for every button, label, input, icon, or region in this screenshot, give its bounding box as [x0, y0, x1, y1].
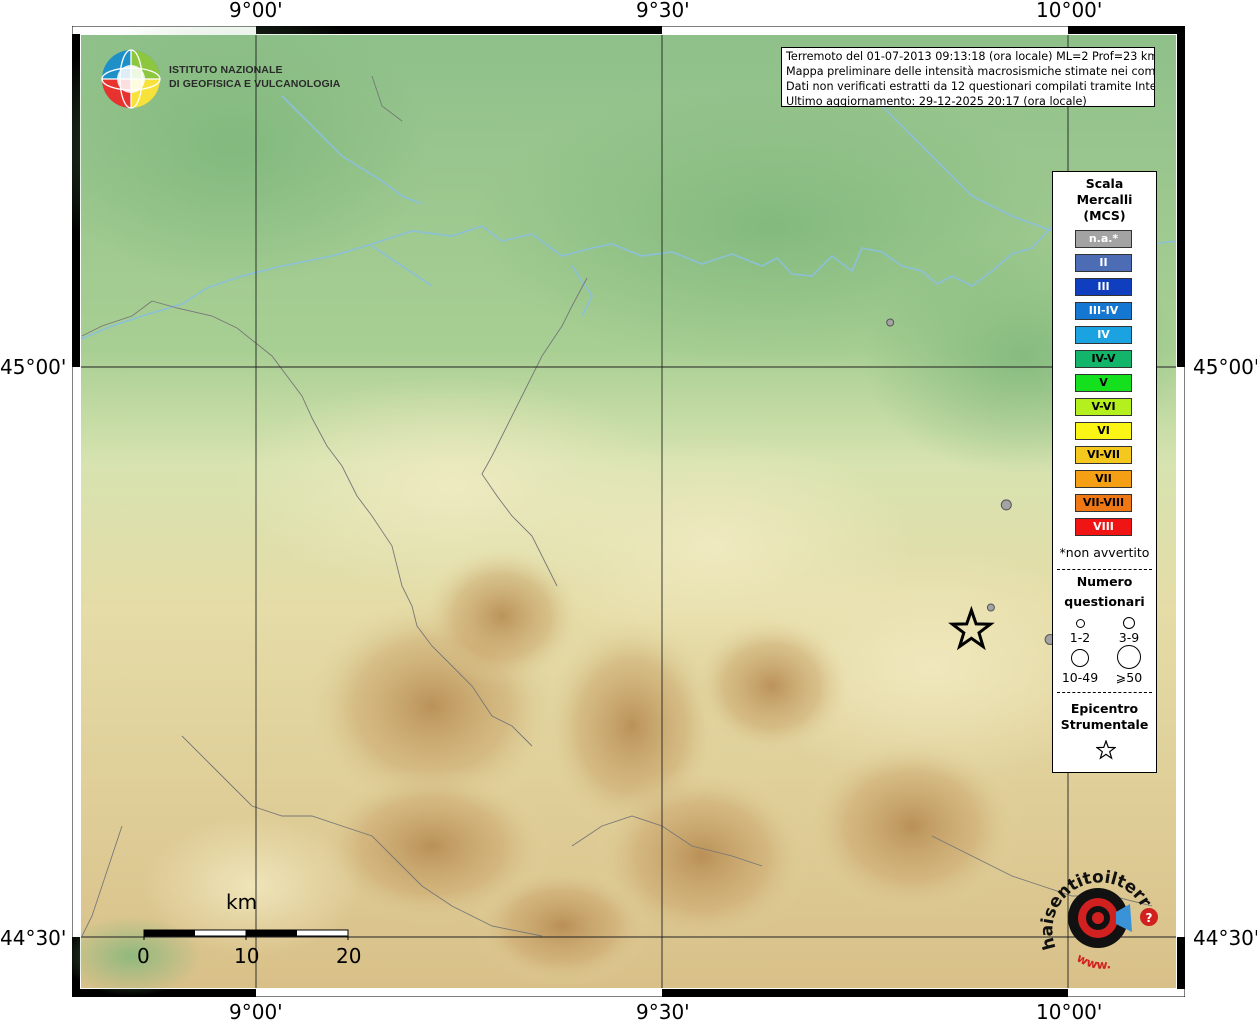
svg-text:www.: www.	[1074, 951, 1111, 972]
legend-title-line1: Scala	[1085, 176, 1124, 191]
intensity-swatch: VII-VIII	[1075, 494, 1132, 512]
institute-name-line1: ISTITUTO NAZIONALE	[169, 64, 283, 76]
count-title-line1: Numero	[1076, 574, 1133, 589]
count-label-1: 1-2	[1069, 630, 1091, 645]
count-bubble-1	[1076, 619, 1085, 628]
scale-tick-0: 0	[137, 944, 150, 968]
event-info-line1: Terremoto del 01-07-2013 09:13:18 (ora l…	[786, 50, 1155, 63]
legend-separator-1	[1057, 569, 1152, 570]
watermark-prefix: www.	[1074, 951, 1111, 972]
intensity-swatch: III-IV	[1075, 302, 1132, 320]
relief-layer	[72, 26, 1182, 996]
intensity-swatch: III	[1075, 278, 1132, 296]
mcs-legend: Scala Mercalli (MCS) n.a.* II III III-IV IV I…	[1052, 171, 1157, 773]
count-title-line2: questionari	[1064, 594, 1145, 609]
intensity-swatch: VII	[1075, 470, 1132, 488]
intensity-swatch: VIII	[1075, 518, 1132, 536]
count-bubble-3	[1071, 649, 1089, 667]
epicenter-title-line2: Strumentale	[1060, 717, 1149, 732]
ingv-logo	[100, 48, 164, 110]
count-bubble-2	[1123, 617, 1135, 629]
count-bubble-4	[1117, 645, 1141, 669]
left-lat-label-1: 45°00'	[0, 355, 67, 379]
left-lat-label-2: 44°30'	[0, 926, 67, 950]
count-label-4: ⩾50	[1115, 670, 1143, 685]
bottom-lon-label-1: 9°00'	[229, 1000, 283, 1024]
scale-bar	[143, 929, 349, 940]
intensity-swatch: V-VI	[1075, 398, 1132, 416]
legend-note: *non avvertito	[1059, 545, 1150, 560]
globe-icon	[101, 49, 161, 109]
questionnaire-point[interactable]	[886, 318, 895, 327]
epicenter-legend-star-icon	[1096, 740, 1116, 760]
questionnaire-point[interactable]	[986, 603, 995, 612]
legend-title-line2: Mercalli	[1076, 192, 1133, 207]
intensity-swatch: V	[1075, 374, 1132, 392]
event-info-line3: Dati non verificati estratti da 12 quest…	[786, 80, 1155, 93]
intensity-swatch: VI-VII	[1075, 446, 1132, 464]
map-frame[interactable]	[72, 26, 1185, 997]
scale-tick-20: 20	[336, 944, 362, 968]
bottom-lon-label-3: 10°00'	[1036, 1000, 1103, 1024]
institute-name-line2: DI GEOFISICA E VULCANOLOGIA	[169, 78, 341, 90]
intensity-swatch: n.a.*	[1075, 230, 1132, 248]
scale-tick-10: 10	[234, 944, 260, 968]
intensity-swatch: IV	[1075, 326, 1132, 344]
epicenter-title-line1: Epicentro	[1070, 701, 1139, 716]
event-info-box: Terremoto del 01-07-2013 09:13:18 (ora l…	[781, 47, 1155, 107]
intensity-swatch: IV-V	[1075, 350, 1132, 368]
right-lat-label-2: 44°30'	[1193, 926, 1257, 950]
legend-title-line3: (MCS)	[1083, 208, 1126, 223]
event-info-line4: Ultimo aggiornamento: 29-12-2025 20:17 (…	[786, 95, 1087, 107]
scale-unit: km	[226, 890, 258, 914]
top-lon-label-2: 9°30'	[636, 0, 690, 22]
watermark-question: ?	[1146, 911, 1153, 925]
haisentito-watermark: haisentitoilterremoto.it www. ?	[1036, 860, 1158, 972]
relief-map[interactable]	[72, 26, 1185, 997]
count-label-3: 10-49	[1061, 670, 1099, 685]
intensity-swatch: II	[1075, 254, 1132, 272]
bottom-lon-label-2: 9°30'	[636, 1000, 690, 1024]
questionnaire-point[interactable]	[1000, 499, 1012, 511]
top-lon-label-1: 9°00'	[229, 0, 283, 22]
count-label-2: 3-9	[1118, 630, 1140, 645]
top-lon-label-3: 10°00'	[1036, 0, 1103, 22]
right-lat-label-1: 45°00'	[1193, 355, 1257, 379]
legend-separator-2	[1057, 692, 1152, 693]
intensity-swatch: VI	[1075, 422, 1132, 440]
event-info-line2: Mappa preliminare delle intensità macros…	[786, 65, 1155, 78]
